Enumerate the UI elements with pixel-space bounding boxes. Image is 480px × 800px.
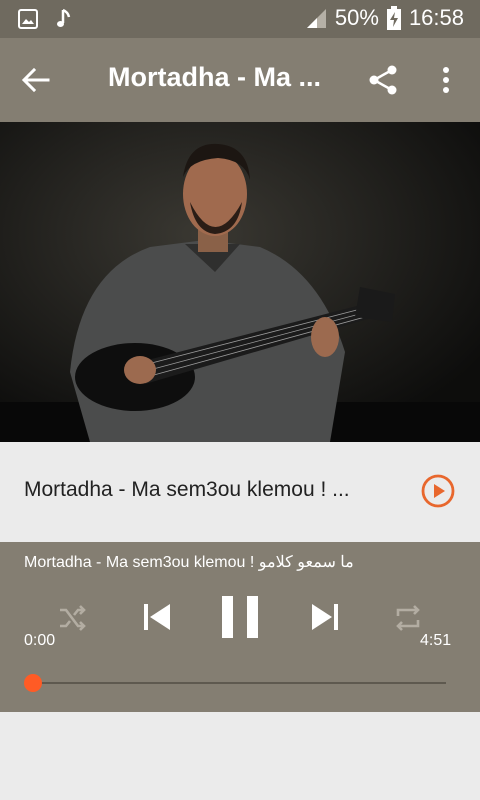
play-circle-icon[interactable] (420, 473, 456, 509)
more-vert-icon[interactable] (436, 64, 456, 96)
empty-content-area (0, 712, 480, 800)
video-frame (0, 122, 480, 442)
notification-icons (18, 8, 72, 30)
song-list-item[interactable]: Mortadha - Ma sem3ou klemou ! ... (0, 442, 480, 542)
image-icon (18, 9, 38, 29)
battery-percent: 50% (334, 5, 379, 30)
share-icon[interactable] (368, 64, 400, 96)
app-bar: Mortadha - Ma ... (0, 38, 480, 122)
skip-next-icon[interactable] (308, 600, 342, 634)
skip-previous-icon[interactable] (140, 600, 174, 634)
page-title: Mortadha - Ma ... (108, 62, 322, 92)
video-thumbnail[interactable] (0, 122, 480, 442)
battery-charging-icon (386, 6, 401, 30)
shuffle-icon[interactable] (56, 602, 88, 634)
back-arrow-icon[interactable] (20, 64, 52, 96)
elapsed-time: 0:00 (24, 632, 56, 649)
song-title: Mortadha - Ma sem3ou klemou ! ... (24, 478, 350, 501)
seek-bar-thumb[interactable] (24, 674, 42, 692)
signal-icon (306, 9, 326, 28)
system-indicators: 50% 16:58 (305, 5, 464, 31)
music-note-icon (57, 8, 71, 27)
status-bar: 50% 16:58 (0, 0, 480, 38)
seek-bar-track[interactable] (34, 682, 446, 684)
total-duration: 4:51 (420, 632, 452, 649)
repeat-icon[interactable] (392, 602, 424, 634)
now-playing-title: Mortadha - Ma sem3ou klemou ! ما سمعو كل… (24, 554, 354, 571)
pause-icon[interactable] (220, 594, 260, 640)
clock: 16:58 (408, 5, 464, 30)
music-player: Mortadha - Ma sem3ou klemou ! ما سمعو كل… (0, 542, 480, 712)
